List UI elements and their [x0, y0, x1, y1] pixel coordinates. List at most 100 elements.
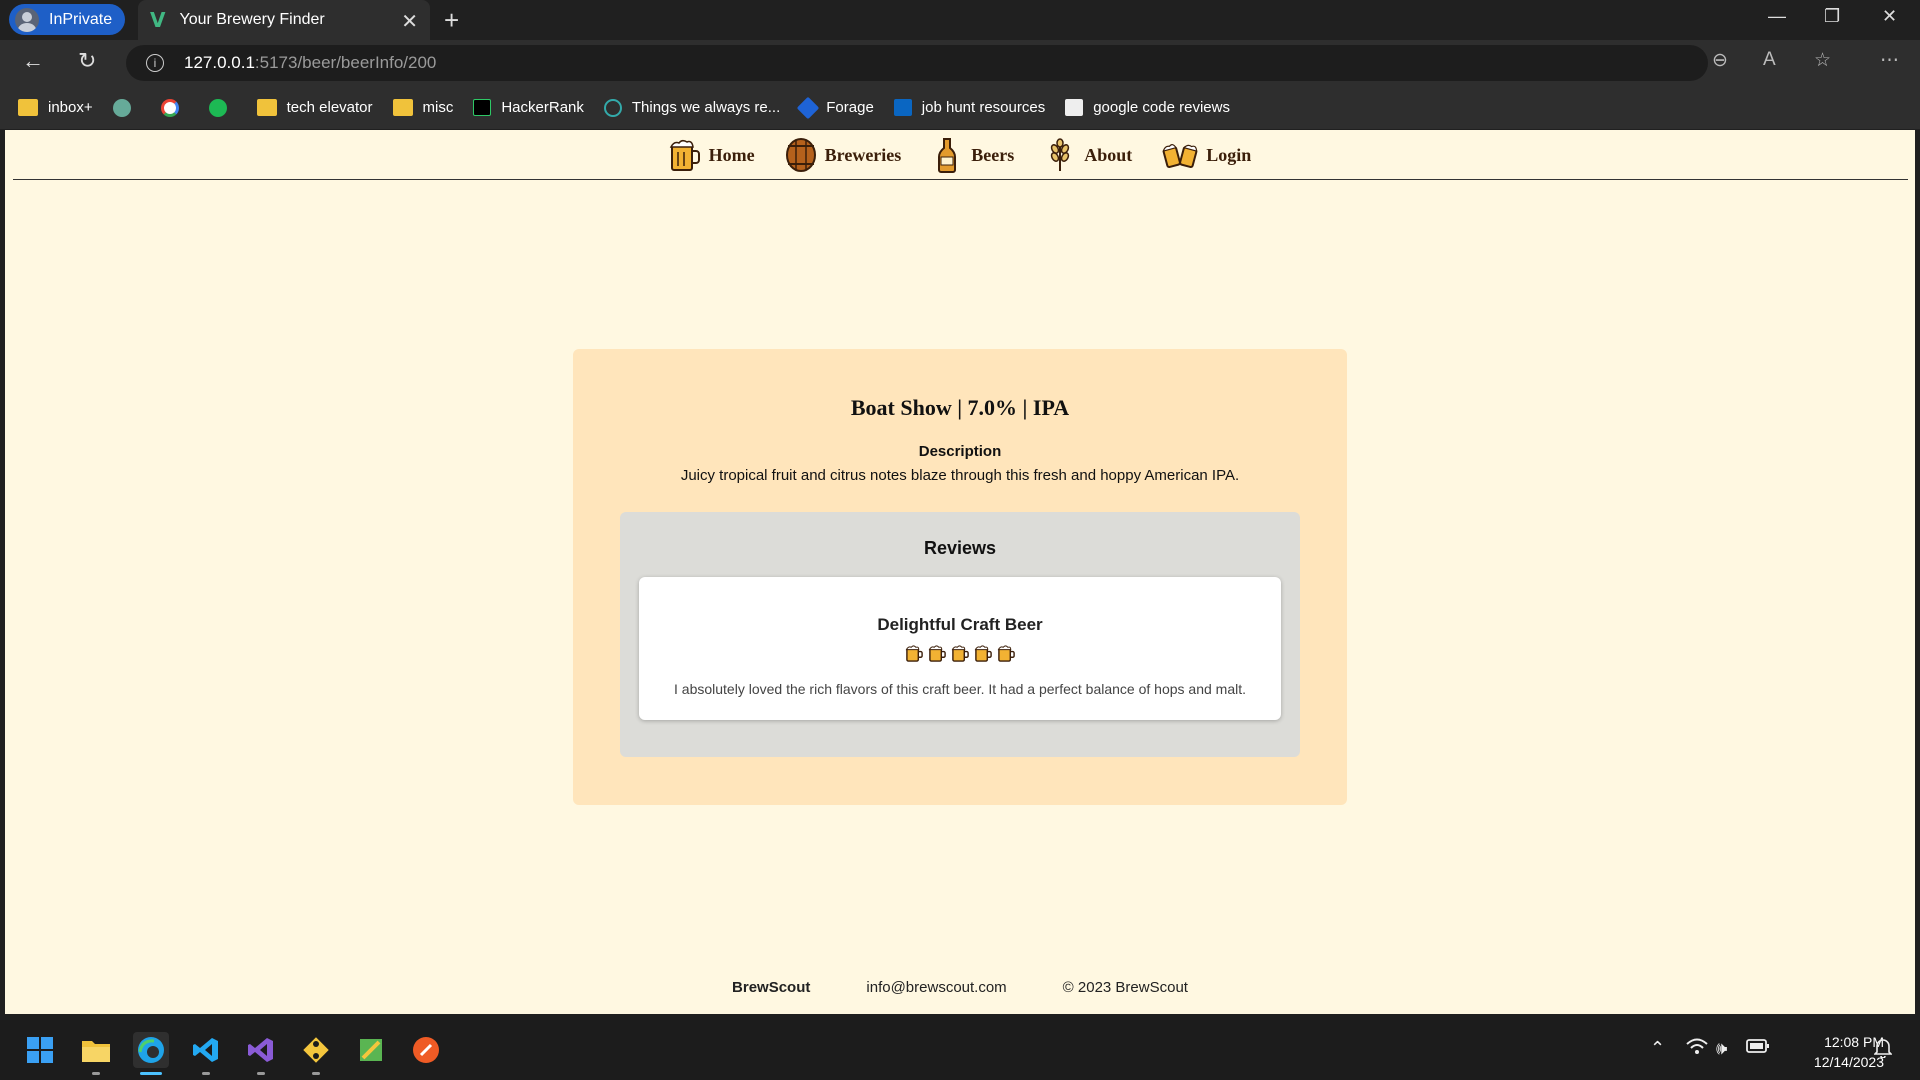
browser-title-bar: InPrivate V Your Brewery Finder ✕ + — ❐ … [0, 0, 1920, 40]
restore-window-icon[interactable]: ❐ [1824, 6, 1840, 27]
bookmark-code-reviews[interactable]: google code reviews [1065, 99, 1230, 116]
wifi-icon[interactable] [1686, 1038, 1708, 1061]
rating-mug-icon [905, 645, 923, 662]
active-indicator [140, 1072, 162, 1075]
system-clock[interactable]: 12:08 PM 12/14/2023 [1784, 1032, 1884, 1072]
review-text: I absolutely loved the rich flavors of t… [674, 681, 1246, 697]
rating-mug-icon [974, 645, 992, 662]
vscode-icon[interactable] [188, 1032, 224, 1068]
clock-date: 12/14/2023 [1813, 1054, 1884, 1070]
footer-brand: BrewScout [732, 979, 811, 996]
page-icon [1065, 99, 1084, 116]
nav-beers-link[interactable]: Beers [931, 137, 1014, 173]
rating-mug-icon [997, 645, 1015, 662]
running-indicator [257, 1072, 265, 1075]
bookmark-label: job hunt resources [921, 99, 1046, 116]
bookmark-label: google code reviews [1093, 99, 1230, 116]
description-heading: Description [918, 443, 1002, 460]
notification-bell-icon[interactable] [1873, 1038, 1893, 1063]
reviews-section: Reviews Delightful Craft Beer I absolute… [620, 512, 1300, 757]
favorite-star-icon[interactable]: ☆ [1814, 49, 1831, 72]
clock-time: 12:08 PM [1824, 1034, 1884, 1050]
bookmark-tech-elevator[interactable]: tech elevator [256, 99, 373, 116]
nav-home-label: Home [708, 144, 755, 165]
cheers-icon [1162, 137, 1198, 173]
bookmark-spotify[interactable] [208, 98, 237, 117]
browser-tab-active[interactable]: V Your Brewery Finder ✕ [138, 0, 430, 40]
bookmark-label: tech elevator [286, 99, 373, 116]
site-footer: BrewScout info@brewscout.com © 2023 Brew… [5, 979, 1915, 996]
nav-breweries-link[interactable]: Breweries [785, 137, 902, 173]
nav-login-label: Login [1206, 144, 1252, 165]
profile-avatar-icon [15, 7, 39, 32]
folder-icon [18, 99, 38, 116]
beer-title: Boat Show | 7.0% | IPA [850, 395, 1070, 420]
windows-taskbar: ⌃ 🕪 12:08 PM 12/14/2023 [0, 1020, 1920, 1080]
running-indicator [92, 1072, 100, 1075]
postman-icon[interactable] [408, 1032, 444, 1068]
url-host: 127.0.0.1 [184, 53, 255, 72]
vue-logo-icon: V [150, 8, 166, 32]
description-text: Juicy tropical fruit and citrus notes bl… [680, 467, 1240, 484]
close-tab-icon[interactable]: ✕ [401, 9, 418, 34]
folder-icon [392, 99, 413, 116]
bookmark-hackerrank[interactable]: HackerRank [473, 99, 584, 116]
nav-login-link[interactable]: Login [1162, 137, 1251, 173]
bookmark-things[interactable]: Things we always re... [603, 98, 781, 117]
footer-email: info@brewscout.com [866, 979, 1007, 996]
nav-home-link[interactable]: Home [669, 137, 755, 173]
bookmark-google[interactable] [160, 98, 189, 117]
bookmarks-bar: inbox+ tech elevator misc HackerRank Thi… [0, 86, 1920, 129]
nav-divider [13, 179, 1908, 180]
chatgpt-icon [112, 98, 131, 117]
review-card: Delightful Craft Beer I absolutely loved… [639, 577, 1281, 720]
reviews-heading: Reviews [923, 538, 997, 558]
draw-tool-icon[interactable] [353, 1032, 389, 1068]
barrel-icon [785, 137, 817, 173]
git-tool-icon[interactable] [298, 1032, 334, 1068]
start-windows-icon[interactable] [22, 1032, 58, 1068]
bookmark-label: Things we always re... [631, 99, 781, 116]
zoom-out-icon[interactable]: ⊖ [1712, 49, 1728, 72]
running-indicator [312, 1072, 320, 1075]
visual-studio-icon[interactable] [243, 1032, 279, 1068]
minimize-window-icon[interactable]: — [1768, 6, 1786, 27]
close-window-icon[interactable]: ✕ [1882, 6, 1897, 27]
address-bar-input[interactable]: i 127.0.0.1:5173/beer/beerInfo/200 [126, 45, 1708, 81]
forage-icon [796, 96, 820, 119]
beer-mug-icon [669, 137, 701, 173]
linkedin-icon [893, 99, 912, 116]
nav-breweries-label: Breweries [824, 144, 902, 165]
site-info-icon[interactable]: i [146, 54, 164, 72]
show-hidden-icons-chevron[interactable]: ⌃ [1650, 1038, 1665, 1059]
bookmark-inbox[interactable]: inbox+ [18, 99, 93, 116]
bookmark-misc[interactable]: misc [392, 99, 454, 116]
refresh-icon[interactable]: ↻ [78, 48, 96, 74]
bookmark-job-hunt[interactable]: job hunt resources [893, 99, 1046, 116]
volume-icon[interactable]: 🕪 [1716, 1038, 1727, 1059]
folder-icon [256, 99, 277, 116]
nav-beers-label: Beers [971, 144, 1015, 165]
bookmark-label: misc [422, 99, 454, 116]
bookmark-forage[interactable]: Forage [796, 96, 874, 119]
page-icon [603, 98, 622, 117]
rating-mug-icon [928, 645, 946, 662]
bookmark-label: HackerRank [501, 99, 584, 116]
spotify-icon [208, 98, 227, 117]
running-indicator [202, 1072, 210, 1075]
inprivate-label: InPrivate [49, 10, 113, 28]
address-toolbar: ← ↻ i 127.0.0.1:5173/beer/beerInfo/200 ⊖… [0, 40, 1920, 86]
nav-about-link[interactable]: About [1044, 137, 1132, 173]
file-explorer-icon[interactable] [78, 1032, 114, 1068]
review-title: Delightful Craft Beer [877, 615, 1043, 634]
google-icon [160, 98, 179, 117]
inprivate-profile-button[interactable]: InPrivate [9, 4, 125, 35]
battery-icon[interactable] [1746, 1038, 1770, 1059]
bookmark-chatgpt[interactable] [112, 98, 141, 117]
back-arrow-icon[interactable]: ← [22, 48, 44, 74]
read-aloud-icon[interactable]: A [1763, 49, 1776, 71]
new-tab-button[interactable]: + [444, 5, 459, 36]
edge-browser-icon[interactable] [133, 1032, 169, 1068]
more-menu-icon[interactable]: ⋯ [1880, 49, 1899, 72]
url-path: :5173/beer/beerInfo/200 [254, 53, 437, 72]
